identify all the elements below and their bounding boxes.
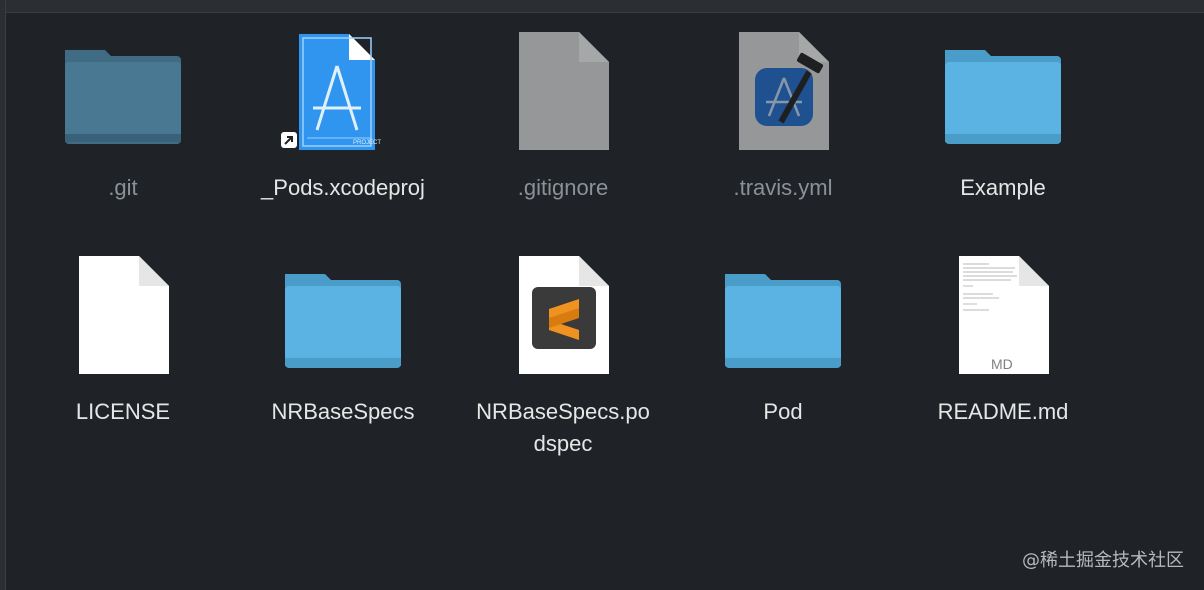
file-name-label: .gitignore	[517, 175, 609, 200]
folder-icon	[893, 30, 1113, 160]
sublime-document-icon	[453, 254, 673, 384]
window-left-edge	[0, 0, 6, 590]
xcode-document-icon	[673, 30, 893, 160]
file-name-line-1: NRBaseSpecs.po	[476, 399, 650, 424]
file-name-label: Pod	[763, 399, 803, 424]
file-name-label: _Pods.xcodeproj	[261, 175, 425, 200]
file-name-label: .git	[108, 175, 138, 200]
file-name-label: NRBaseSpecs	[271, 399, 415, 424]
folder-icon	[673, 254, 893, 384]
blank-document-icon	[13, 254, 233, 384]
md-badge: MD	[991, 356, 1013, 372]
svg-text:PROJECT: PROJECT	[353, 140, 381, 146]
generic-document-icon	[453, 30, 673, 160]
markdown-document-icon: MD	[893, 254, 1113, 384]
folder-icon	[13, 30, 233, 160]
file-name-label: NRBaseSpecs.po dspec	[453, 396, 673, 460]
folder-icon	[233, 254, 453, 384]
window-top-bar	[0, 0, 1204, 13]
file-name-label: Example	[960, 175, 1046, 200]
file-name-label: README.md	[937, 399, 1069, 424]
file-name-label: .travis.yml	[733, 175, 833, 200]
xcode-project-icon: PROJECT	[233, 30, 453, 160]
file-name-line-2: dspec	[533, 431, 593, 456]
file-name-label: LICENSE	[75, 399, 171, 424]
watermark: @稀土掘金技术社区	[1022, 550, 1184, 571]
